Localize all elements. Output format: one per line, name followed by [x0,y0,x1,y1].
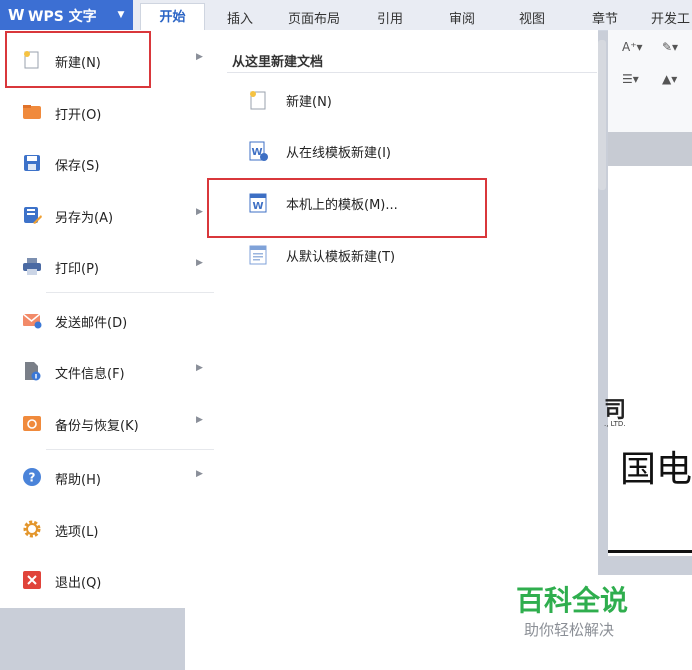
menu-item-label: 打印(P) [55,262,99,277]
menu-item-save-as[interactable]: 另存为(A) ▶ [0,193,215,237]
chevron-right-icon: ▶ [196,258,203,268]
app-title: WPS 文字 [28,9,97,25]
file-info-icon [25,362,41,381]
watermark-subtitle: 助你轻松解决 [524,621,615,639]
tab-references[interactable]: 引用 [377,8,403,27]
submenu-divider [227,72,597,73]
menu-divider [46,449,214,450]
watermark-title: 百科全说 [516,584,629,617]
submenu-item-online-template[interactable]: W 从在线模板新建(I) [215,131,598,171]
submenu-scrollbar[interactable] [598,40,606,190]
new-doc-icon [250,91,266,110]
menu-item-label: 发送邮件(D) [55,316,128,331]
menu-item-backup-restore[interactable]: 备份与恢复(K) ▶ [0,401,215,445]
menu-item-save[interactable]: 保存(S) [0,141,215,185]
tab-developer[interactable]: 开发工 [651,8,690,27]
chevron-right-icon: ▶ [196,363,203,373]
submenu-item-label: 从默认模板新建(T) [286,250,396,265]
menu-item-exit[interactable]: 退出(Q) [0,558,215,602]
toolbar-strip: A⁺▾ ✎▾ ☰▾ ▲▾ [608,30,692,132]
submenu-heading: 从这里新建文档 [232,55,324,70]
chevron-right-icon: ▶ [196,415,203,425]
menu-item-label: 另存为(A) [55,211,114,226]
font-size-increase-icon[interactable]: A⁺▾ [622,40,643,54]
menu-item-label: 选项(L) [55,525,99,540]
chevron-down-icon[interactable]: ▼ [113,7,129,23]
printer-icon [23,258,41,275]
menu-item-label: 文件信息(F) [55,367,125,382]
highlight-icon[interactable]: ▲▾ [662,72,677,86]
doc-text-fragment: ., LTD. [604,420,626,428]
tab-start[interactable]: 开始 [140,3,205,31]
submenu-item-new[interactable]: 新建(N) [215,80,598,120]
mail-icon [22,313,42,329]
exit-icon [23,571,41,589]
menu-divider [46,292,214,293]
highlight-box [5,31,151,88]
save-icon [24,155,40,171]
doc-heading-fragment: 国电 [620,449,692,490]
menu-item-label: 帮助(H) [55,473,101,488]
highlight-box [207,178,487,238]
app-menu-button[interactable]: W WPS 文字 ▼ [0,0,133,30]
tab-view[interactable]: 视图 [519,8,545,27]
menu-item-label: 打开(O) [55,108,102,123]
submenu-item-label: 新建(N) [286,95,332,110]
menu-item-open[interactable]: 打开(O) [0,90,215,134]
document-page: 司 ., LTD. 国电 [604,166,692,556]
chevron-right-icon: ▶ [196,52,203,62]
tab-section[interactable]: 章节 [592,8,618,27]
tab-review[interactable]: 审阅 [449,8,475,27]
help-icon: ? [23,468,41,486]
menu-item-options[interactable]: 选项(L) [0,507,215,551]
submenu-item-label: 从在线模板新建(I) [286,146,391,161]
workspace-gap [608,132,692,166]
default-template-icon [249,245,267,265]
menu-item-label: 退出(Q) [55,576,102,591]
menu-item-help[interactable]: ? 帮助(H) ▶ [0,455,215,499]
wps-logo-icon: W [8,6,25,24]
gear-icon [23,520,41,538]
svg-text:?: ? [29,471,36,485]
chevron-right-icon: ▶ [196,207,203,217]
menu-item-send-email[interactable]: 发送邮件(D) [0,298,215,342]
online-template-icon: W [249,141,268,161]
save-as-icon [24,207,42,224]
chevron-right-icon: ▶ [196,469,203,479]
list-icon[interactable]: ☰▾ [622,72,639,86]
folder-open-icon [23,105,41,119]
clear-format-icon[interactable]: ✎▾ [662,40,678,54]
tab-insert[interactable]: 插入 [227,8,253,27]
menu-item-label: 保存(S) [55,159,100,174]
menu-item-file-info[interactable]: 文件信息(F) ▶ [0,349,215,393]
file-menu: 新建(N) ▶ 打开(O) 保存(S) 另存为(A) ▶ 打印(P) ▶ 发送邮… [0,30,216,608]
menu-item-label: 备份与恢复(K) [55,419,139,434]
new-submenu: 从这里新建文档 新建(N) W 从在线模板新建(I) W 本机上的模板(M)..… [215,30,598,608]
tab-page-layout[interactable]: 页面布局 [288,8,340,27]
doc-rule [608,550,692,553]
backup-restore-icon [23,416,41,431]
submenu-item-default-template[interactable]: 从默认模板新建(T) [215,235,598,275]
watermark-panel: 百科全说 助你轻松解决 [494,575,692,670]
menu-item-print[interactable]: 打印(P) ▶ [0,244,215,288]
